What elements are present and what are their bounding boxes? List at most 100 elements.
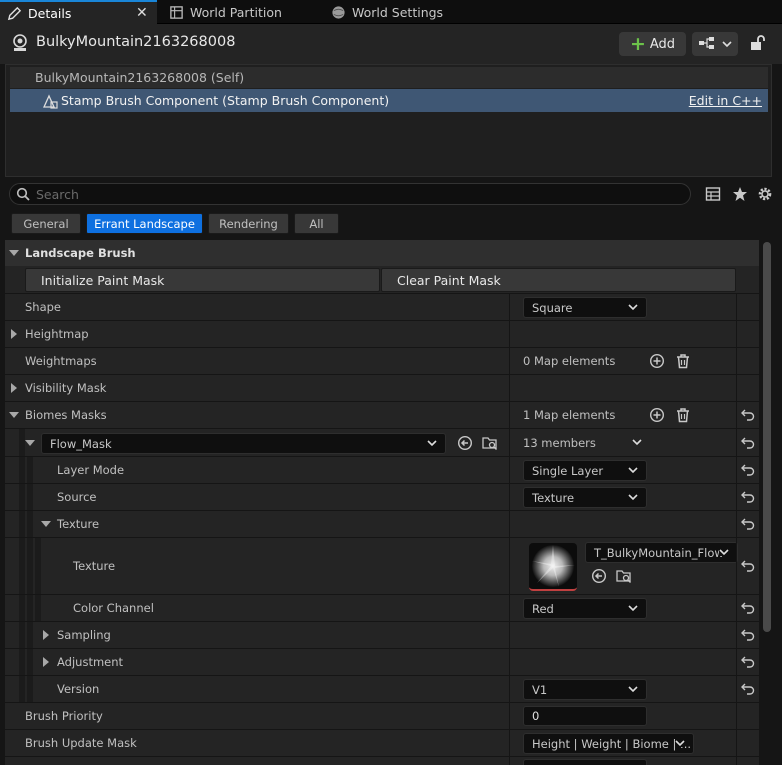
component-self-row[interactable]: BulkyMountain2163268008 (Self): [10, 67, 768, 88]
chevron-down-icon: [427, 440, 437, 447]
blueprint-icon: [698, 36, 718, 53]
initialize-paint-mask-button[interactable]: Initialize Paint Mask: [25, 268, 380, 292]
row-adjustment[interactable]: Adjustment: [5, 649, 759, 676]
use-selected-icon[interactable]: [457, 435, 473, 451]
star-icon[interactable]: [732, 186, 748, 202]
tab-label: World Partition: [190, 4, 282, 20]
expand-arrow-icon[interactable]: [11, 329, 17, 339]
reset-arrow-icon[interactable]: [741, 628, 755, 642]
filter-all[interactable]: All: [294, 213, 339, 234]
filter-general[interactable]: General: [11, 213, 81, 234]
row-color-channel: Color Channel Red: [5, 595, 759, 622]
lock-icon[interactable]: [748, 34, 766, 52]
texture-thumbnail[interactable]: [529, 543, 577, 591]
scrollbar-thumb[interactable]: [763, 242, 771, 632]
scrollbar[interactable]: [762, 242, 772, 762]
color-channel-value: Red: [532, 601, 554, 616]
texture-group-label: Texture: [57, 517, 100, 531]
texture-asset-value: T_BulkyMountain_Flow: [594, 545, 724, 560]
texture-asset-picker[interactable]: T_BulkyMountain_Flow: [585, 542, 738, 563]
source-dropdown[interactable]: Texture: [523, 487, 647, 508]
brush-update-mask-dropdown[interactable]: Height | Weight | Biome | ...: [523, 733, 694, 754]
color-channel-label: Color Channel: [73, 601, 154, 615]
reset-arrow-icon[interactable]: [741, 490, 755, 504]
layer-mode-dropdown[interactable]: Single Layer: [523, 460, 647, 481]
chevron-down-icon: [675, 740, 685, 747]
component-stamp-brush-row[interactable]: Stamp Brush Component (Stamp Brush Compo…: [10, 89, 768, 112]
chevron-down-icon[interactable]: [632, 439, 642, 446]
brush-update-mask-label: Brush Update Mask: [25, 736, 137, 750]
tab-label: Details: [28, 5, 72, 21]
reset-arrow-icon[interactable]: [741, 655, 755, 669]
clear-paint-mask-button[interactable]: Clear Paint Mask: [381, 268, 736, 292]
expand-arrow-icon[interactable]: [11, 383, 17, 393]
heightmap-label: Heightmap: [25, 327, 89, 341]
add-element-icon[interactable]: [649, 353, 665, 369]
tab-world-partition[interactable]: World Partition: [168, 0, 318, 24]
trash-icon[interactable]: [675, 353, 691, 369]
flow-mask-key-dropdown[interactable]: Flow_Mask: [41, 433, 446, 454]
filter-rendering[interactable]: Rendering: [208, 213, 289, 234]
shape-dropdown[interactable]: Square: [523, 297, 647, 318]
texture-label: Texture: [73, 559, 116, 573]
table-view-icon[interactable]: [705, 186, 721, 202]
chevron-down-icon: [628, 494, 638, 501]
shape-label: Shape: [25, 300, 62, 314]
collapse-arrow-icon[interactable]: [9, 250, 19, 256]
weightmaps-count: 0 Map elements: [523, 354, 616, 368]
tab-details[interactable]: Details ✕: [0, 0, 157, 24]
version-value: V1: [532, 682, 548, 697]
reset-arrow-icon[interactable]: [741, 559, 755, 573]
tab-label: World Settings: [352, 4, 444, 20]
partial-field[interactable]: [523, 759, 647, 765]
brush-priority-input[interactable]: 0: [523, 706, 647, 726]
collapse-arrow-icon[interactable]: [25, 440, 35, 446]
add-component-button[interactable]: + Add: [619, 32, 686, 56]
chevron-down-icon: [628, 605, 638, 612]
reset-arrow-icon[interactable]: [741, 601, 755, 615]
filter-errant-landscape[interactable]: Errant Landscape: [86, 213, 203, 234]
category-landscape-brush[interactable]: Landscape Brush: [5, 240, 759, 266]
expand-arrow-icon[interactable]: [43, 630, 49, 640]
layer-mode-label: Layer Mode: [57, 463, 125, 477]
version-label: Version: [57, 682, 100, 696]
reset-arrow-icon[interactable]: [741, 408, 755, 422]
close-icon[interactable]: ✕: [136, 5, 148, 21]
row-texture-group[interactable]: Texture: [5, 511, 759, 538]
use-selected-icon[interactable]: [591, 568, 607, 584]
reset-arrow-icon[interactable]: [741, 436, 755, 450]
component-stamp-brush-label: Stamp Brush Component (Stamp Brush Compo…: [61, 93, 390, 108]
row-heightmap[interactable]: Heightmap: [5, 321, 759, 348]
browse-folder-icon[interactable]: [616, 568, 632, 584]
chevron-down-icon: [628, 686, 638, 693]
chevron-down-icon: [628, 304, 638, 311]
reset-arrow-icon[interactable]: [741, 517, 755, 531]
component-self-label: BulkyMountain2163268008 (Self): [35, 70, 245, 85]
add-element-icon[interactable]: [649, 407, 665, 423]
edit-in-cpp-link[interactable]: Edit in C++: [689, 93, 762, 108]
reset-arrow-icon[interactable]: [741, 463, 755, 477]
row-flow-mask: Flow_Mask 13 members: [5, 429, 759, 457]
adjustment-label: Adjustment: [57, 655, 124, 669]
actor-icon: [10, 33, 30, 53]
trash-icon[interactable]: [675, 407, 691, 423]
row-visibility-mask[interactable]: Visibility Mask: [5, 375, 759, 402]
row-shape: Shape Square: [5, 294, 759, 321]
collapse-arrow-icon[interactable]: [41, 521, 51, 527]
tab-world-settings[interactable]: World Settings: [330, 0, 480, 24]
reset-arrow-icon[interactable]: [741, 682, 755, 696]
search-icon: [16, 187, 31, 202]
expand-arrow-icon[interactable]: [43, 657, 49, 667]
flow-mask-members: 13 members: [523, 436, 596, 450]
color-channel-dropdown[interactable]: Red: [523, 598, 647, 619]
browse-folder-icon[interactable]: [482, 435, 498, 451]
component-tree: BulkyMountain2163268008 (Self) Stamp Bru…: [5, 64, 772, 177]
collapse-arrow-icon[interactable]: [9, 412, 19, 418]
row-sampling[interactable]: Sampling: [5, 622, 759, 649]
blueprint-button[interactable]: [692, 32, 738, 56]
gear-icon[interactable]: [757, 186, 773, 202]
search-input[interactable]: [36, 185, 676, 203]
version-dropdown[interactable]: V1: [523, 679, 647, 700]
row-partial: [5, 757, 759, 765]
row-texture: Texture T_BulkyMountain_Flow: [5, 538, 759, 595]
